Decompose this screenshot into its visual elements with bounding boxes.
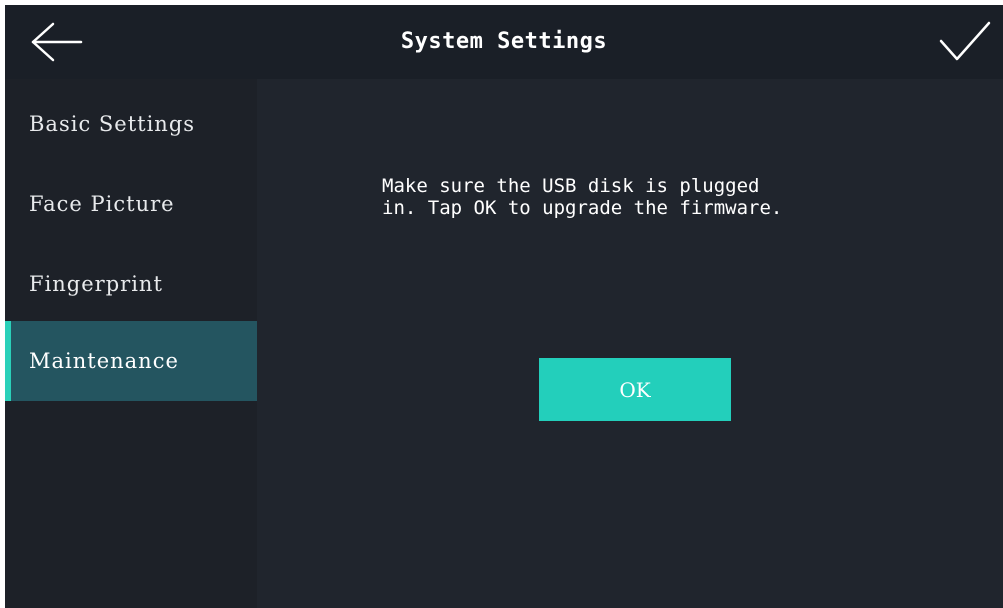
sidebar-item-fingerprint[interactable]: Fingerprint xyxy=(5,244,257,324)
system-settings-screen: System Settings Basic Settings Face Pict… xyxy=(5,5,1003,608)
sidebar-item-label: Basic Settings xyxy=(29,112,196,136)
back-button[interactable] xyxy=(27,19,87,65)
sidebar-item-label: Fingerprint xyxy=(29,272,163,296)
sidebar-item-face-picture[interactable]: Face Picture xyxy=(5,164,257,244)
header-bar: System Settings xyxy=(5,5,1003,79)
sidebar-item-basic-settings[interactable]: Basic Settings xyxy=(5,84,257,164)
checkmark-icon xyxy=(939,21,991,61)
sidebar: Basic Settings Face Picture Fingerprint … xyxy=(5,79,257,608)
sidebar-item-maintenance[interactable]: Maintenance xyxy=(5,321,257,401)
active-indicator xyxy=(5,321,11,401)
page-title: System Settings xyxy=(400,29,608,54)
ok-button[interactable]: OK xyxy=(539,358,731,421)
main-content: Make sure the USB disk is plugged in. Ta… xyxy=(257,79,1003,608)
sidebar-item-label: Maintenance xyxy=(29,349,179,373)
arrow-left-icon xyxy=(31,22,83,62)
upgrade-message: Make sure the USB disk is plugged in. Ta… xyxy=(382,175,783,219)
confirm-button[interactable] xyxy=(937,17,993,67)
sidebar-item-label: Face Picture xyxy=(29,192,175,216)
